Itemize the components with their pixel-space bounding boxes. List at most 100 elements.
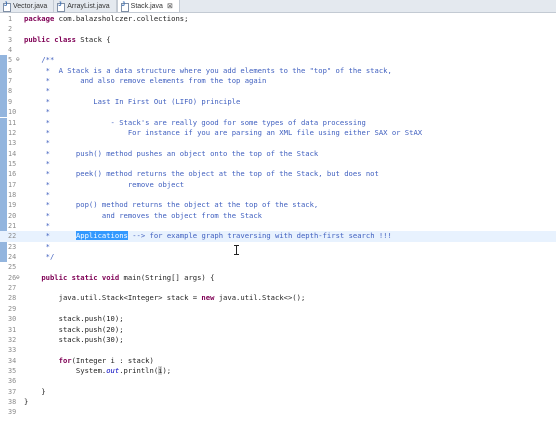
code-text: * and also remove elements from the top …: [24, 76, 267, 86]
code-line[interactable]: 7 * and also remove elements from the to…: [0, 76, 556, 86]
line-number: 31: [8, 325, 17, 334]
line-number: 30: [8, 315, 17, 324]
line-number: 29: [8, 304, 17, 313]
code-text: stack.push(30);: [24, 334, 124, 344]
line-number: 19: [8, 201, 17, 210]
code-line[interactable]: 24 */: [0, 252, 556, 262]
code-line[interactable]: 33: [0, 345, 556, 355]
code-line[interactable]: 2: [0, 24, 556, 34]
code-text: *: [24, 221, 50, 230]
code-text: * remove object: [24, 179, 185, 189]
code-line[interactable]: 39: [0, 407, 556, 417]
code-line[interactable]: 28 java.util.Stack<Integer> stack = new …: [0, 293, 556, 303]
code-text: */: [24, 252, 55, 262]
line-number: 25: [8, 263, 17, 272]
line-number: 3: [8, 35, 13, 44]
line-number: 12: [8, 128, 17, 137]
code-line[interactable]: 38}: [0, 397, 556, 407]
code-text: public static void main(String[] args) {: [41, 272, 215, 282]
code-line[interactable]: 1 package com.balazsholczer.collections;: [0, 14, 556, 24]
code-line[interactable]: 32 stack.push(30);: [0, 335, 556, 345]
java-file-icon: [120, 2, 129, 12]
code-text: *: [24, 138, 50, 148]
line-number: 1: [8, 15, 13, 23]
code-text: * and removes the object from the Stack: [24, 210, 262, 220]
code-text: stack.push(20);: [24, 324, 124, 334]
line-number: 34: [8, 356, 17, 365]
code-text: * pop() method returns the object at the…: [24, 200, 319, 210]
line-number: 4: [8, 46, 13, 55]
code-line[interactable]: 35 System.out.println(i);: [0, 365, 556, 376]
code-editor[interactable]: 1 package com.balazsholczer.collections; 2…: [0, 14, 556, 439]
line-number: 38: [8, 397, 17, 406]
code-line[interactable]: 20 * and removes the object from the Sta…: [0, 211, 556, 221]
code-text: *: [24, 107, 50, 117]
code-line[interactable]: 9 * Last In First Out (LIFO) principle: [0, 97, 556, 107]
line-number: 24: [8, 253, 17, 262]
line-number: 23: [8, 242, 17, 251]
code-line[interactable]: 14 * push() method pushes an object onto…: [0, 149, 556, 159]
code-line[interactable]: 26 ⊖ public static void main(String[] arg…: [0, 273, 556, 283]
code-line[interactable]: 11 * - Stack's are really good for some …: [0, 118, 556, 128]
line-number: 37: [8, 387, 17, 396]
fold-toggle-icon[interactable]: ⊖: [16, 273, 22, 283]
editor-tab-bar: Vector.java ArrayList.java Stack.java ⊠: [0, 0, 556, 13]
code-line[interactable]: 31 stack.push(20);: [0, 325, 556, 335]
code-text: *: [24, 158, 50, 168]
line-number: 20: [8, 211, 17, 220]
code-line[interactable]: 23 *: [0, 242, 556, 252]
code-line[interactable]: 5 ⊖ /**: [0, 55, 556, 65]
line-number: 6: [8, 66, 13, 75]
line-number: 21: [8, 222, 17, 230]
code-line[interactable]: 19 * pop() method returns the object at …: [0, 200, 556, 210]
code-line[interactable]: 12 * For instance if you are parsing an …: [0, 128, 556, 138]
code-text: *: [24, 241, 50, 251]
code-line[interactable]: 30 stack.push(10);: [0, 314, 556, 324]
line-number: 27: [8, 284, 17, 293]
code-line[interactable]: 13 *: [0, 138, 556, 148]
code-line[interactable]: 37 }: [0, 387, 556, 397]
code-text: * Applications --> for example graph tra…: [24, 231, 392, 241]
line-number: 17: [8, 180, 17, 189]
code-text: * A Stack is a data structure where you …: [24, 65, 392, 75]
line-number: 36: [8, 377, 17, 386]
code-line[interactable]: 10 *: [0, 107, 556, 117]
code-line[interactable]: 22 * Applications --> for example graph …: [0, 231, 556, 242]
code-line[interactable]: 34 for(Integer i : stack): [0, 356, 556, 366]
code-text: *: [24, 86, 50, 96]
code-line[interactable]: 36: [0, 376, 556, 386]
code-text: for(Integer i : stack): [58, 355, 154, 365]
line-number: 32: [8, 335, 17, 344]
code-text: *: [24, 189, 50, 199]
tab-vector-java[interactable]: Vector.java: [0, 0, 55, 12]
code-line[interactable]: 25: [0, 262, 556, 272]
code-line[interactable]: 15 *: [0, 159, 556, 169]
code-line[interactable]: 29: [0, 304, 556, 314]
code-text: * push() method pushes an object onto th…: [24, 148, 319, 158]
code-line[interactable]: 16 * peek() method returns the object at…: [0, 169, 556, 179]
code-line[interactable]: 3 public class Stack {: [0, 35, 556, 45]
close-tab-icon[interactable]: ⊠: [167, 2, 173, 10]
tab-label: ArrayList.java: [67, 2, 110, 10]
line-number: 16: [8, 170, 17, 179]
line-number: 11: [8, 118, 17, 127]
code-text: * Last In First Out (LIFO) principle: [24, 96, 241, 106]
code-line[interactable]: 4: [0, 45, 556, 55]
code-text: * - Stack's are really good for some typ…: [24, 117, 366, 127]
line-number: 9: [8, 97, 13, 106]
java-file-icon: [3, 2, 11, 12]
code-line[interactable]: 18 *: [0, 190, 556, 200]
code-line[interactable]: 8 *: [0, 86, 556, 96]
tab-arraylist-java[interactable]: ArrayList.java: [54, 0, 117, 12]
line-number: 14: [8, 149, 17, 158]
code-line[interactable]: 21 *: [0, 221, 556, 231]
fold-toggle-icon[interactable]: ⊖: [16, 55, 22, 65]
code-text: }: [24, 386, 46, 396]
code-text: * For instance if you are parsing an XML…: [24, 127, 423, 137]
code-line[interactable]: 17 * remove object: [0, 180, 556, 190]
code-line[interactable]: 27: [0, 283, 556, 293]
code-line[interactable]: 6 * A Stack is a data structure where yo…: [0, 66, 556, 76]
tab-stack-java[interactable]: Stack.java ⊠: [116, 0, 180, 12]
line-number: 33: [8, 346, 17, 355]
line-number: 7: [8, 77, 13, 86]
